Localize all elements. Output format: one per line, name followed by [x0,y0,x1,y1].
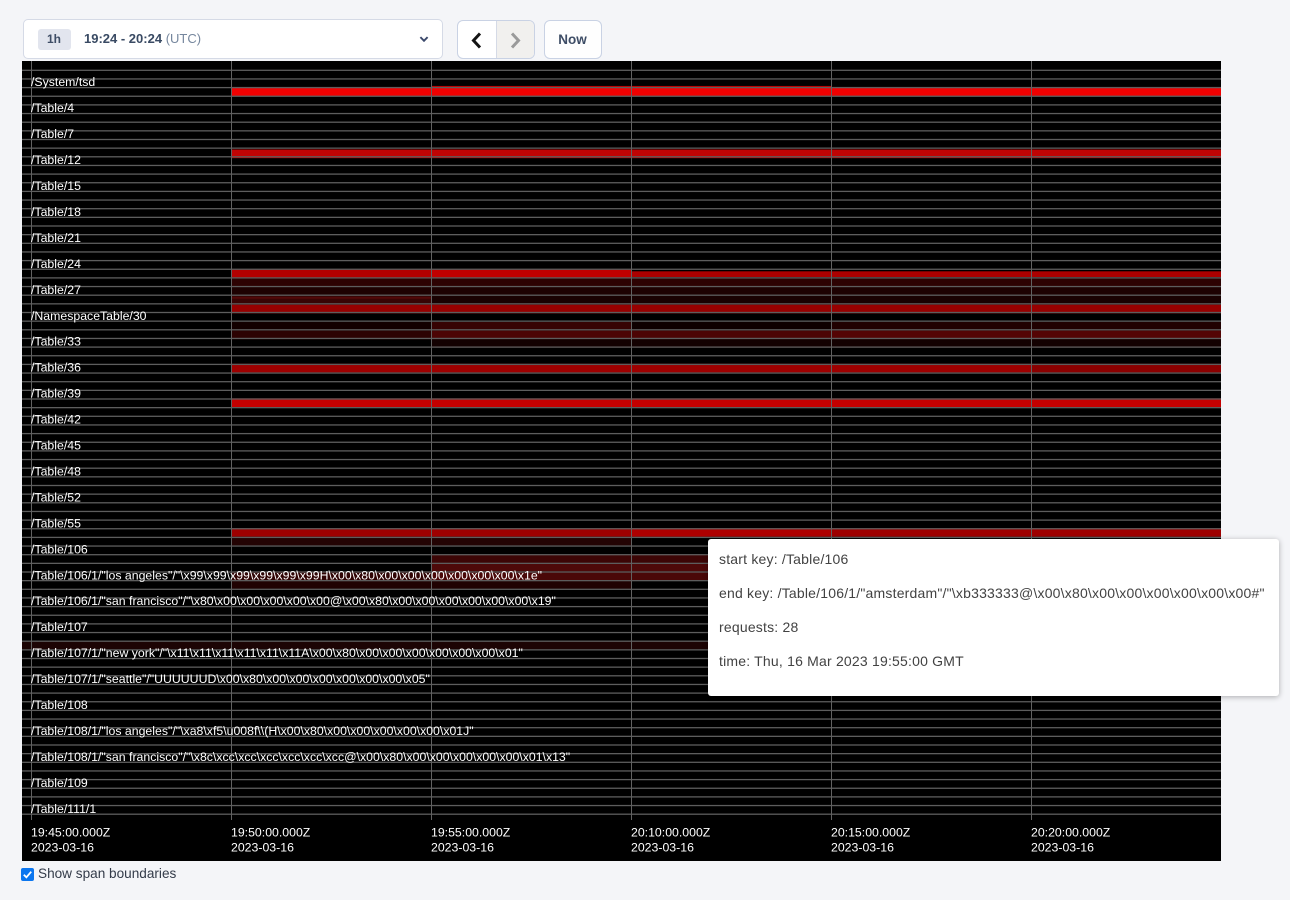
svg-text:/Table/108/1/"san francisco"/": /Table/108/1/"san francisco"/"\x8c\xcc\x… [31,750,570,764]
svg-text:/Table/106: /Table/106 [31,542,88,556]
svg-text:/Table/55: /Table/55 [31,516,81,530]
svg-text:/Table/52: /Table/52 [31,490,81,504]
svg-text:/Table/109: /Table/109 [31,776,88,790]
svg-text:/Table/7: /Table/7 [31,127,74,141]
svg-text:2023-03-16: 2023-03-16 [31,841,94,855]
svg-text:/Table/108/1/"los angeles"/"\x: /Table/108/1/"los angeles"/"\xa8\xf5\u00… [31,724,474,738]
svg-text:19:45:00.000Z: 19:45:00.000Z [31,826,111,840]
svg-text:/Table/12: /Table/12 [31,153,81,167]
svg-text:/Table/36: /Table/36 [31,361,81,375]
svg-text:2023-03-16: 2023-03-16 [631,841,694,855]
svg-text:/Table/45: /Table/45 [31,439,81,453]
svg-text:2023-03-16: 2023-03-16 [231,841,294,855]
svg-text:/Table/24: /Table/24 [31,257,81,271]
svg-text:/Table/106/1/"los angeles"/"\x: /Table/106/1/"los angeles"/"\x99\x99\x99… [31,568,542,582]
svg-text:2023-03-16: 2023-03-16 [831,841,894,855]
svg-text:/Table/33: /Table/33 [31,335,81,349]
svg-text:19:55:00.000Z: 19:55:00.000Z [431,826,511,840]
svg-text:/NamespaceTable/30: /NamespaceTable/30 [31,309,147,323]
svg-text:/Table/111/1: /Table/111/1 [31,802,96,816]
svg-text:19:50:00.000Z: 19:50:00.000Z [231,826,311,840]
svg-text:/Table/108: /Table/108 [31,698,88,712]
svg-text:/Table/107: /Table/107 [31,620,88,634]
svg-text:/System/tsd: /System/tsd [31,75,95,89]
svg-text:20:15:00.000Z: 20:15:00.000Z [831,826,911,840]
svg-text:/Table/21: /Table/21 [31,231,81,245]
svg-text:/Table/42: /Table/42 [31,413,81,427]
svg-text:2023-03-16: 2023-03-16 [431,841,494,855]
svg-text:/Table/48: /Table/48 [31,464,81,478]
svg-text:/Table/4: /Table/4 [31,101,74,115]
svg-text:20:10:00.000Z: 20:10:00.000Z [631,826,711,840]
svg-text:/Table/15: /Table/15 [31,179,81,193]
svg-text:/Table/18: /Table/18 [31,205,81,219]
svg-text:2023-03-16: 2023-03-16 [1031,841,1094,855]
svg-text:/Table/39: /Table/39 [31,387,81,401]
svg-text:/Table/107/1/"seattle"/"UUUUUU: /Table/107/1/"seattle"/"UUUUUUD\x00\x80\… [31,672,430,686]
svg-text:20:20:00.000Z: 20:20:00.000Z [1031,826,1111,840]
svg-text:/Table/106/1/"san francisco"/": /Table/106/1/"san francisco"/"\x80\x00\x… [31,594,556,608]
svg-text:/Table/107/1/"new york"/"\x11\: /Table/107/1/"new york"/"\x11\x11\x11\x1… [31,646,523,660]
svg-text:/Table/27: /Table/27 [31,283,81,297]
